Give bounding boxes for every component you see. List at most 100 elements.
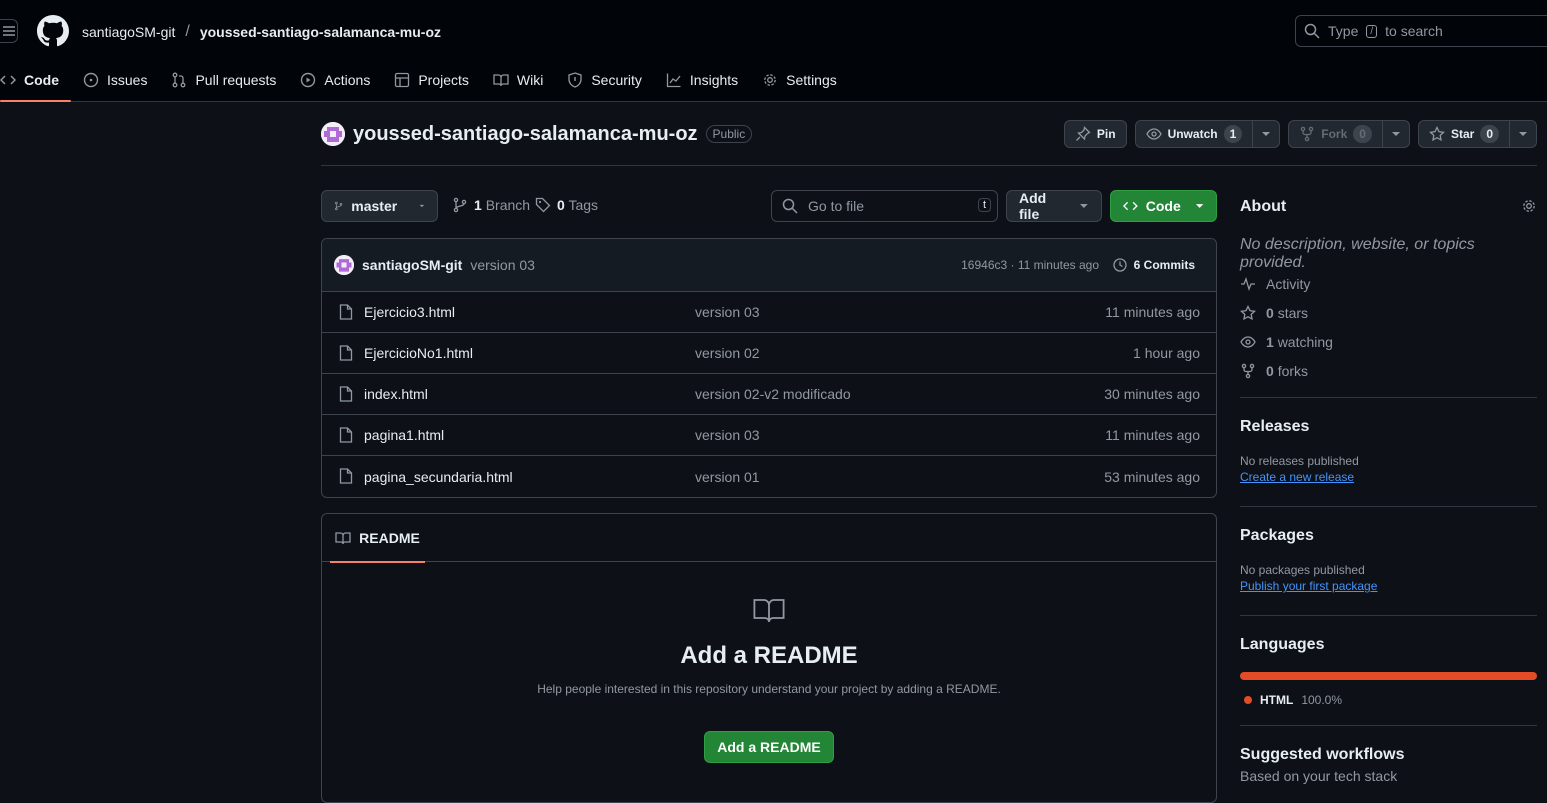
- tab-actions[interactable]: Actions: [288, 64, 382, 96]
- repo-sidebar: About No description, website, or topics…: [1240, 190, 1537, 784]
- code-button[interactable]: Code: [1110, 190, 1217, 222]
- pin-label: Pin: [1096, 127, 1116, 141]
- tag-label: Tags: [568, 197, 599, 213]
- commits-count: 6 Commits: [1133, 258, 1195, 272]
- commit-message[interactable]: version 03: [470, 257, 535, 273]
- star-dropdown[interactable]: [1510, 120, 1537, 148]
- watching-link[interactable]: 1 watching: [1240, 334, 1333, 350]
- releases-section: Releases No releases published Create a …: [1240, 398, 1537, 507]
- table-icon: [395, 72, 410, 88]
- commit-sha-time[interactable]: 16946c3 · 11 minutes ago: [961, 258, 1099, 272]
- publish-package-link[interactable]: Publish your first package: [1240, 579, 1377, 593]
- commit-author[interactable]: santiagoSM-git: [362, 257, 462, 273]
- code-icon: [0, 75, 16, 85]
- go-to-file-shortcut: t: [977, 198, 991, 212]
- file-row[interactable]: pagina_secundaria.html version 01 53 min…: [322, 456, 1216, 497]
- tab-security[interactable]: Security: [555, 64, 654, 96]
- owner-avatar[interactable]: [321, 122, 345, 146]
- star-counter: 0: [1480, 125, 1499, 143]
- create-release-link[interactable]: Create a new release: [1240, 470, 1354, 484]
- search-input[interactable]: Type / to search: [1295, 15, 1547, 47]
- star-button[interactable]: Star 0: [1417, 120, 1510, 148]
- repo-title[interactable]: youssed-santiago-salamanca-mu-oz: [353, 123, 698, 146]
- unwatch-dropdown[interactable]: [1253, 120, 1281, 148]
- go-to-file-input[interactable]: Go to file t: [771, 190, 998, 222]
- forks-link[interactable]: 0 forks: [1240, 363, 1308, 379]
- tab-wiki[interactable]: Wiki: [481, 64, 555, 96]
- unwatch-button[interactable]: Unwatch 1: [1134, 120, 1254, 148]
- code-button-label: Code: [1145, 198, 1181, 214]
- tag-count: 0: [557, 197, 565, 213]
- go-to-file-placeholder: Go to file: [808, 198, 865, 214]
- breadcrumb-owner[interactable]: santiagoSM-git: [82, 24, 175, 40]
- file-icon: [339, 427, 353, 443]
- chevron-down-icon: [1519, 132, 1527, 136]
- file-commit-message[interactable]: version 03: [695, 427, 760, 443]
- tab-projects[interactable]: Projects: [382, 64, 481, 96]
- about-section: About No description, website, or topics…: [1240, 190, 1537, 398]
- tab-security-label: Security: [591, 72, 642, 88]
- file-commit-time: 1 hour ago: [1133, 345, 1200, 361]
- packages-title[interactable]: Packages: [1240, 527, 1537, 545]
- tab-pull-requests[interactable]: Pull requests: [159, 64, 288, 96]
- readme-help-text: Help people interested in this repositor…: [537, 682, 1001, 696]
- branch-select-button[interactable]: master: [321, 190, 438, 222]
- add-readme-button[interactable]: Add a README: [704, 731, 834, 763]
- file-name[interactable]: index.html: [364, 386, 428, 402]
- tag-icon: [535, 197, 551, 213]
- search-icon: [782, 198, 798, 214]
- book-icon: [493, 74, 509, 87]
- fork-group: Fork 0: [1288, 120, 1410, 148]
- star-icon: [1429, 126, 1445, 142]
- file-commit-time: 53 minutes ago: [1104, 468, 1200, 485]
- workflows-subtitle: Based on your tech stack: [1240, 768, 1398, 784]
- pull-request-icon: [173, 72, 186, 88]
- file-row[interactable]: index.html version 02-v2 modificado 30 m…: [322, 374, 1216, 415]
- commit-author-avatar[interactable]: [334, 255, 354, 275]
- file-name[interactable]: Ejercicio3.html: [364, 304, 455, 320]
- file-icon: [339, 468, 353, 484]
- add-file-button[interactable]: Add file: [1006, 190, 1102, 222]
- file-commit-message[interactable]: version 02-v2 modificado: [695, 386, 851, 402]
- branch-icon: [335, 201, 343, 211]
- issue-icon: [83, 72, 99, 88]
- stars-link[interactable]: 0 stars: [1240, 305, 1308, 321]
- file-name[interactable]: pagina_secundaria.html: [364, 469, 513, 485]
- pin-button[interactable]: Pin: [1063, 120, 1127, 148]
- tags-link[interactable]: 0 Tags: [535, 197, 598, 213]
- releases-title[interactable]: Releases: [1240, 418, 1537, 436]
- tab-insights[interactable]: Insights: [654, 64, 750, 96]
- tab-settings[interactable]: Settings: [750, 64, 849, 96]
- file-icon: [339, 345, 353, 361]
- file-name[interactable]: pagina1.html: [364, 427, 444, 443]
- branches-link[interactable]: 1 Branch: [452, 197, 530, 213]
- file-row[interactable]: EjercicioNo1.html version 02 1 hour ago: [322, 333, 1216, 374]
- readme-title: Add a README: [680, 642, 858, 669]
- stars-count: 0: [1266, 305, 1274, 321]
- readme-tab-label: README: [359, 530, 420, 546]
- gear-icon[interactable]: [1521, 198, 1537, 214]
- packages-empty: No packages published: [1240, 563, 1365, 577]
- github-logo-icon[interactable]: [37, 15, 69, 47]
- tab-issues[interactable]: Issues: [71, 64, 159, 96]
- book-icon: [753, 599, 785, 623]
- file-commit-message[interactable]: version 03: [695, 304, 760, 320]
- menu-button[interactable]: [0, 19, 18, 43]
- file-commit-message[interactable]: version 02: [695, 345, 760, 361]
- file-name[interactable]: EjercicioNo1.html: [364, 345, 473, 361]
- breadcrumb-repo[interactable]: youssed-santiago-salamanca-mu-oz: [200, 24, 441, 40]
- file-row[interactable]: Ejercicio3.html version 03 11 minutes ag…: [322, 292, 1216, 333]
- activity-link[interactable]: Activity: [1240, 276, 1310, 292]
- commits-link[interactable]: 6 Commits: [1112, 257, 1195, 273]
- readme-tab[interactable]: README: [330, 514, 425, 563]
- file-row[interactable]: pagina1.html version 03 11 minutes ago: [322, 415, 1216, 456]
- latest-commit-bar: santiagoSM-git version 03 16946c3 · 11 m…: [322, 239, 1216, 292]
- language-item[interactable]: HTML 100.0%: [1240, 693, 1537, 707]
- global-header: santiagoSM-git / youssed-santiago-salama…: [0, 0, 1547, 102]
- fork-dropdown[interactable]: [1382, 120, 1410, 148]
- language-bar: [1240, 672, 1537, 680]
- file-commit-message[interactable]: version 01: [695, 469, 760, 485]
- tab-code[interactable]: Code: [0, 64, 71, 102]
- unwatch-group: Unwatch 1: [1134, 120, 1281, 148]
- fork-button[interactable]: Fork 0: [1288, 120, 1383, 148]
